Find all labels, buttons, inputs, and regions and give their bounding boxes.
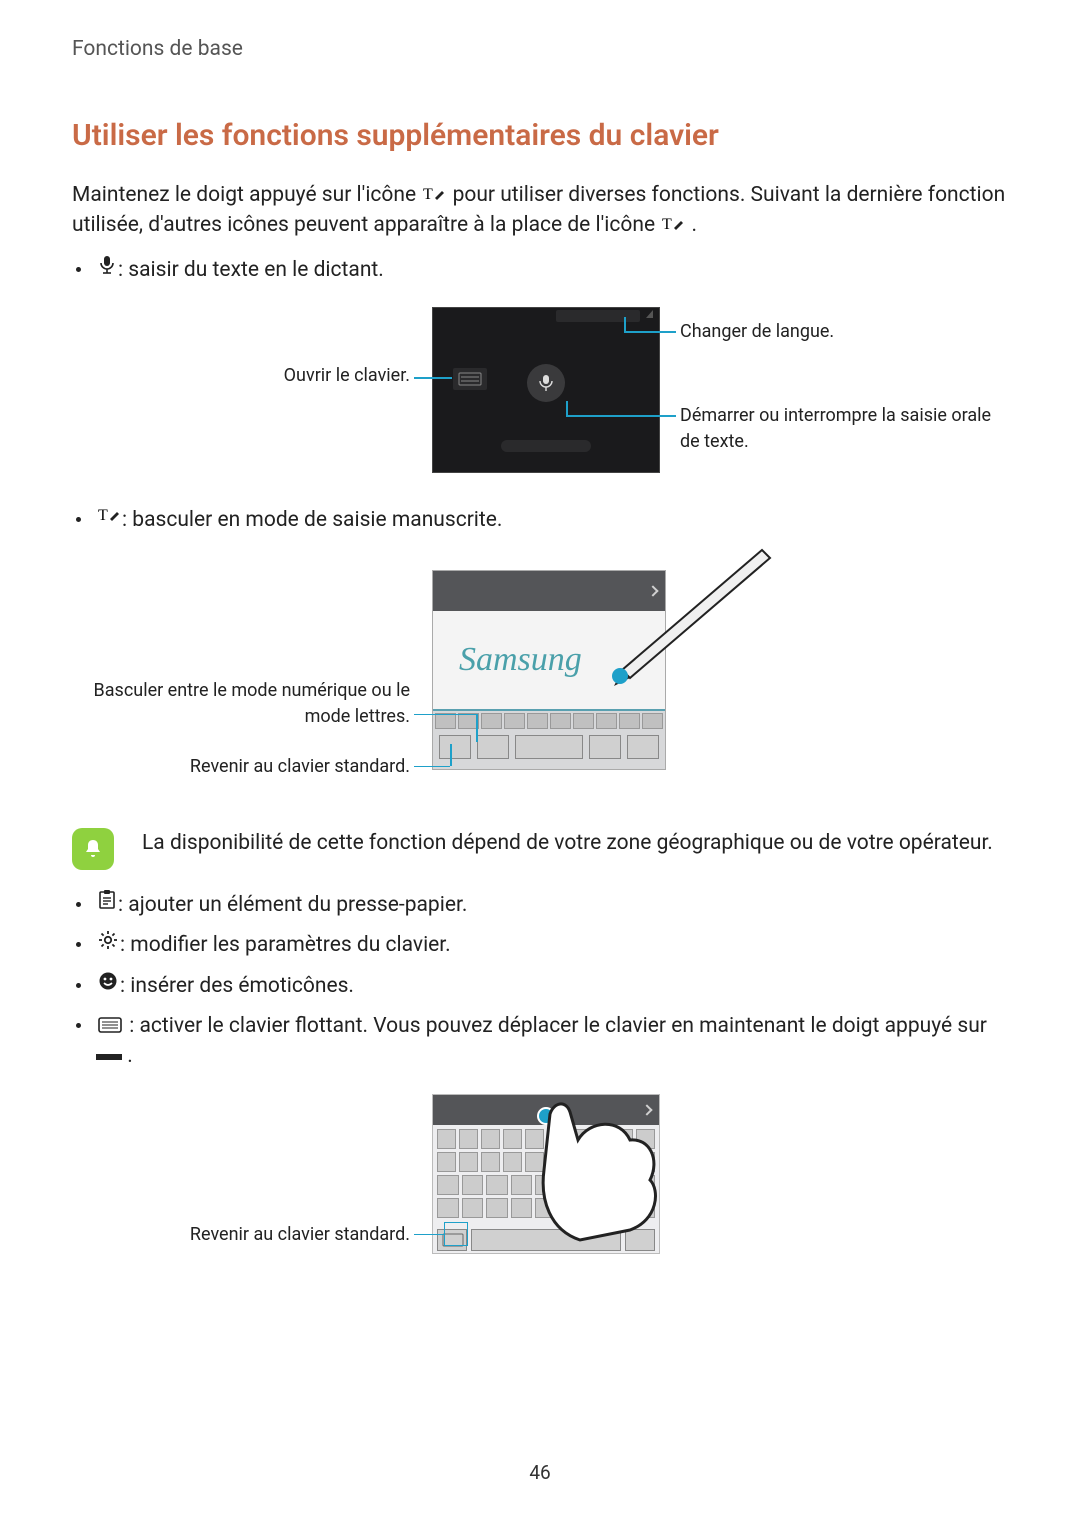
feature-clipboard: : ajouter un élément du presse-papier. xyxy=(72,890,1008,920)
enter-button xyxy=(625,1229,655,1251)
mode-toggle-button xyxy=(477,735,509,759)
figure-floating-keyboard: Revenir au clavier standard. xyxy=(72,1094,1008,1274)
clipboard-icon xyxy=(98,890,116,910)
enter-button xyxy=(627,735,659,759)
note-text: La disponibilité de cette fonction dépen… xyxy=(142,828,993,858)
handwriting-screen: Samsung xyxy=(432,570,666,770)
feature-emoji-text: : insérer des émoticônes. xyxy=(120,971,354,1001)
callout-line xyxy=(624,317,626,331)
feature-floating-text-2: . xyxy=(127,1044,133,1068)
keyboard-button xyxy=(453,368,487,390)
space-button xyxy=(515,735,583,759)
svg-text:T: T xyxy=(423,186,433,203)
keyboard-rows xyxy=(433,1125,659,1225)
page-number: 46 xyxy=(529,1459,550,1487)
callout-line xyxy=(414,766,450,768)
feature-mic-text: : saisir du texte en le dictant. xyxy=(118,255,384,285)
gear-icon xyxy=(98,930,118,950)
callout-standard-keyboard: Revenir au clavier standard. xyxy=(72,754,410,780)
signal-icon xyxy=(646,310,653,318)
bullet-icon xyxy=(76,1023,81,1028)
intro-paragraph: Maintenez le doigt appuyé sur l'icône T … xyxy=(72,180,1008,241)
feature-list: : saisir du texte en le dictant. xyxy=(72,255,1008,285)
note-badge-icon xyxy=(72,828,114,870)
feature-floating: : activer le clavier flottant. Vous pouv… xyxy=(72,1011,1008,1072)
figure-voice-input: Ouvrir le clavier. Changer de langue. Dé… xyxy=(72,307,1008,487)
feature-handwriting-text: : basculer en mode de saisie manuscrite. xyxy=(122,505,502,535)
callout-line xyxy=(566,415,676,417)
callout-line xyxy=(414,714,476,716)
note-row: La disponibilité de cette fonction dépen… xyxy=(72,828,1008,870)
feature-emoji: : insérer des émoticônes. xyxy=(72,971,1008,1001)
tpen-icon: T xyxy=(98,505,120,525)
bullet-icon xyxy=(76,517,81,522)
feature-list-2: T : basculer en mode de saisie manuscrit… xyxy=(72,505,1008,535)
svg-text:T: T xyxy=(662,216,672,233)
space-button xyxy=(471,1229,621,1251)
drag-handle-icon xyxy=(96,1054,122,1060)
bullet-icon xyxy=(76,267,81,272)
handwriting-sample: Samsung xyxy=(459,635,582,684)
page-header: Fonctions de base xyxy=(0,0,1080,64)
callout-open-keyboard: Ouvrir le clavier. xyxy=(72,363,410,389)
emoji-icon xyxy=(98,971,118,991)
chevron-right-icon xyxy=(641,1104,652,1115)
svg-text:T: T xyxy=(98,507,108,524)
intro-text-1: Maintenez le doigt appuyé sur l'icône xyxy=(72,183,421,207)
standard-keyboard-button xyxy=(439,735,471,759)
intro-text-3: . xyxy=(692,213,698,237)
drag-handle xyxy=(537,1107,555,1125)
page-content: Utiliser les fonctions supplémentaires d… xyxy=(0,64,1080,1273)
tpen-icon: T xyxy=(662,214,684,234)
callout-line xyxy=(566,401,568,415)
feature-mic: : saisir du texte en le dictant. xyxy=(72,255,1008,285)
handwriting-toolbar xyxy=(433,731,665,763)
feature-list-3: : ajouter un élément du presse-papier. :… xyxy=(72,890,1008,1072)
bullet-icon xyxy=(76,902,81,907)
feature-floating-text-1: : activer le clavier flottant. Vous pouv… xyxy=(129,1014,987,1038)
callout-line xyxy=(624,331,676,333)
feature-settings: : modifier les paramètres du clavier. xyxy=(72,930,1008,960)
feature-settings-text: : modifier les paramètres du clavier. xyxy=(120,930,451,960)
bullet-icon xyxy=(76,942,81,947)
figure-handwriting: Samsung Basculer entre le mode numérique… xyxy=(72,558,1008,798)
callout-standard-keyboard-2: Revenir au clavier standard. xyxy=(72,1222,410,1248)
floating-topbar xyxy=(433,1095,659,1125)
floating-keyboard-icon xyxy=(98,1017,122,1035)
callout-start-stop-voice: Démarrer ou interrompre la saisie orale … xyxy=(680,403,1010,455)
highlight-box xyxy=(444,1222,468,1246)
mic-button xyxy=(527,364,565,402)
mic-icon xyxy=(98,255,116,275)
backspace-button xyxy=(589,735,621,759)
callout-line xyxy=(476,714,478,742)
language-indicator xyxy=(556,310,640,322)
chevron-right-icon xyxy=(647,585,658,596)
section-title: Utiliser les fonctions supplémentaires d… xyxy=(72,114,1008,158)
callout-line xyxy=(414,377,452,379)
callout-change-language: Changer de langue. xyxy=(680,319,1010,345)
callout-line xyxy=(450,744,452,766)
tpen-icon: T xyxy=(423,184,445,204)
bullet-icon xyxy=(76,983,81,988)
feature-clipboard-text: : ajouter un élément du presse-papier. xyxy=(118,890,467,920)
callout-switch-mode: Basculer entre le mode numérique ou le m… xyxy=(72,678,410,730)
feature-handwriting: T : basculer en mode de saisie manuscrit… xyxy=(72,505,1008,535)
breadcrumb: Fonctions de base xyxy=(72,37,243,61)
callout-line xyxy=(414,1234,444,1236)
tap-to-speak-placeholder xyxy=(501,440,591,452)
handwriting-area: Samsung xyxy=(433,611,665,711)
